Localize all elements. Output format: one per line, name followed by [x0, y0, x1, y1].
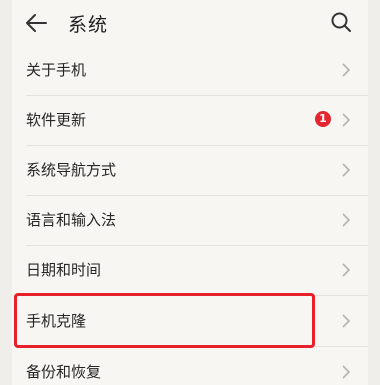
- settings-item-phone-clone[interactable]: 手机克隆: [12, 297, 368, 347]
- settings-item-label: 日期和时间: [26, 261, 102, 279]
- chevron-right-icon: [342, 163, 351, 177]
- settings-item-label: 系统导航方式: [26, 161, 117, 179]
- settings-screen: 系统 关于手机 软件更新 1 系统导航方式 语言和输入法 日期和时间 手机克隆: [12, 0, 368, 385]
- search-icon[interactable]: [330, 11, 352, 33]
- chevron-right-icon: [342, 213, 351, 227]
- chevron-right-icon: [342, 365, 351, 379]
- divider: [26, 295, 368, 296]
- settings-item-about-phone[interactable]: 关于手机: [12, 46, 368, 96]
- divider: [26, 346, 368, 347]
- app-header: 系统: [12, 0, 368, 46]
- settings-item-language-input[interactable]: 语言和输入法: [12, 196, 368, 246]
- settings-item-label: 备份和恢复: [26, 363, 102, 381]
- chevron-right-icon: [342, 314, 351, 328]
- settings-item-label: 语言和输入法: [26, 211, 117, 229]
- settings-item-navigation[interactable]: 系统导航方式: [12, 146, 368, 196]
- settings-item-date-time[interactable]: 日期和时间: [12, 246, 368, 296]
- chevron-right-icon: [342, 63, 351, 77]
- back-arrow-icon[interactable]: [24, 12, 48, 34]
- notification-badge: 1: [315, 111, 331, 127]
- settings-item-label: 软件更新: [26, 111, 87, 129]
- settings-item-label: 关于手机: [26, 61, 87, 79]
- page-title: 系统: [68, 14, 109, 36]
- settings-item-software-update[interactable]: 软件更新 1: [12, 96, 368, 146]
- chevron-right-icon: [342, 113, 351, 127]
- settings-item-label: 手机克隆: [26, 312, 87, 330]
- chevron-right-icon: [342, 263, 351, 277]
- settings-item-backup-restore[interactable]: 备份和恢复: [12, 348, 368, 385]
